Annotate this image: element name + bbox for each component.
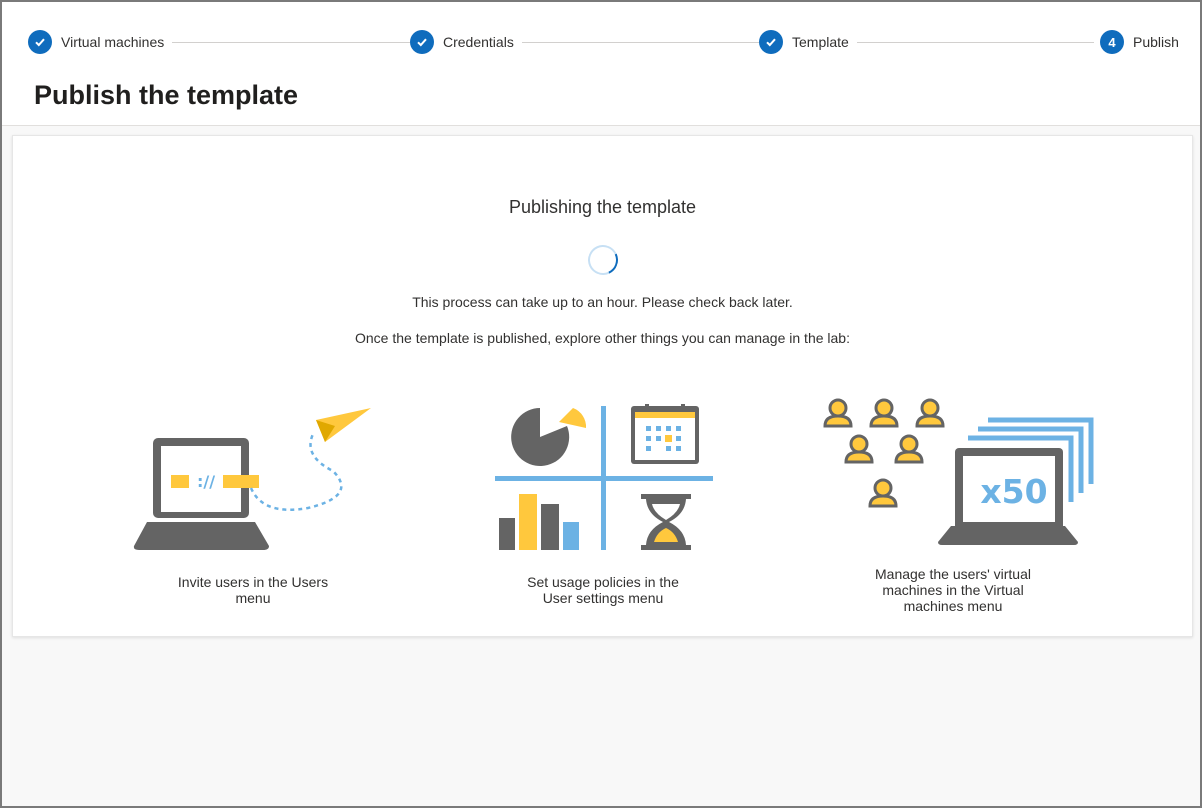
step-number-badge: 4 (1100, 30, 1124, 54)
step-virtual-machines[interactable]: Virtual machines (28, 27, 173, 57)
page-title: Publish the template (34, 80, 299, 110)
step-label: Credentials (443, 34, 514, 50)
wizard-stepper: Virtual machines Credentials Template 4 … (26, 27, 1187, 57)
usage-policies-icon (495, 404, 713, 550)
step-label: Publish (1133, 34, 1179, 50)
step-connector (856, 42, 1096, 43)
step-credentials[interactable]: Credentials (410, 27, 522, 57)
check-icon (410, 30, 434, 54)
step-label: Template (792, 34, 849, 50)
step-template[interactable]: Template (759, 27, 857, 57)
feature-caption: Invite users in the Users menu (177, 574, 329, 606)
laptop-paper-plane-icon: :// (133, 408, 371, 550)
check-icon (28, 30, 52, 54)
step-label: Virtual machines (61, 34, 165, 50)
check-icon (759, 30, 783, 54)
step-connector (166, 42, 411, 43)
app-window: Virtual machines Credentials Template 4 … (0, 0, 1202, 808)
publish-message: This process can take up to an hour. Ple… (412, 294, 793, 310)
feature-caption: Manage the users' virtual machines in th… (875, 566, 1031, 614)
explore-message: Once the template is published, explore … (355, 330, 850, 346)
loading-spinner-icon (583, 240, 623, 280)
publish-heading: Publishing the template (508, 197, 697, 217)
step-publish[interactable]: 4 Publish (1094, 27, 1187, 57)
publish-status-card: Publishing the template This process can… (12, 135, 1193, 637)
feature-invite-users: :// Invite users in the Users menu (103, 396, 403, 606)
feature-caption: Set usage policies in the User settings … (527, 574, 679, 606)
wizard-header: Virtual machines Credentials Template 4 … (2, 2, 1200, 126)
users-vms-icon: x50 (823, 398, 1094, 545)
vm-count-badge: x50 (980, 472, 1047, 511)
feature-usage-policies: Set usage policies in the User settings … (453, 396, 753, 606)
svg-text:://: :// (197, 472, 215, 491)
feature-manage-vms: x50 Manage the users' virtual machines i… (803, 396, 1103, 614)
step-connector (520, 42, 760, 43)
